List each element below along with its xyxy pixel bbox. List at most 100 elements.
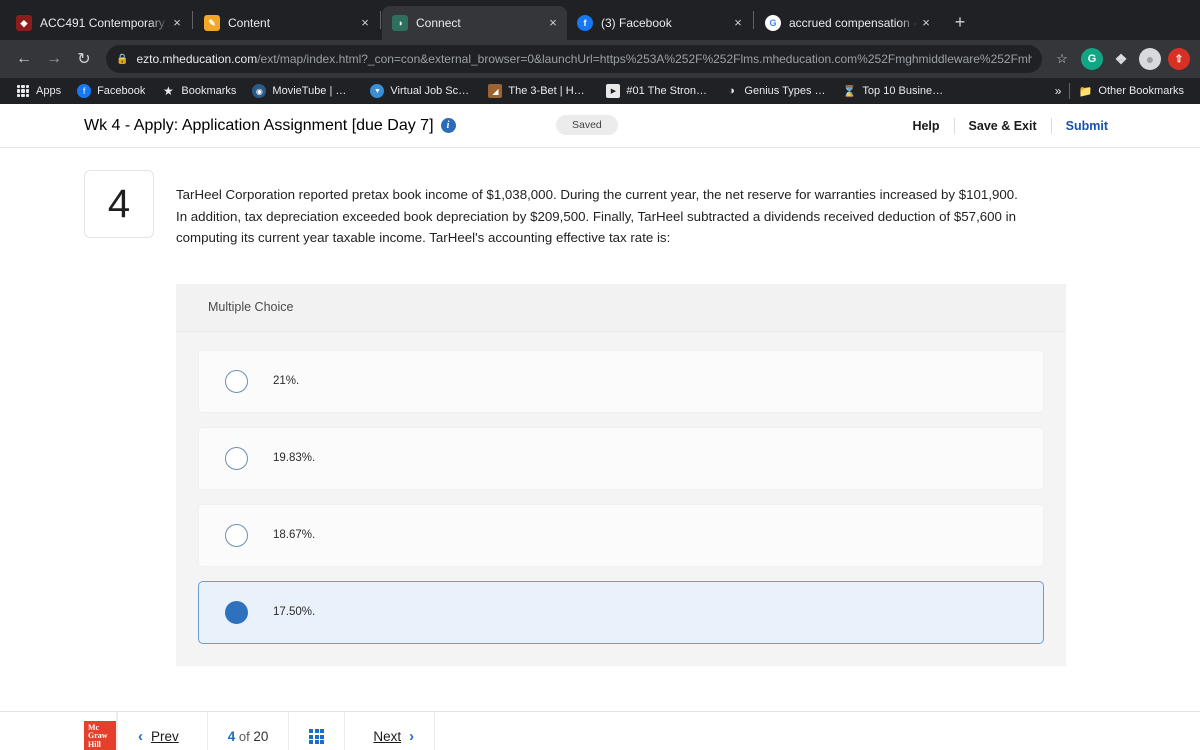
address-bar[interactable]: 🔒 ezto.mheducation.com/ext/map/index.htm…	[106, 45, 1042, 73]
tab-close-icon[interactable]: ×	[169, 15, 185, 31]
tab-close-icon[interactable]: ×	[730, 15, 746, 31]
tab-strip: ◆ ACC491 Contemporary Auditing × ✎ Conte…	[0, 0, 1200, 40]
tab-close-icon[interactable]: ×	[357, 15, 373, 31]
tab-separator	[192, 11, 193, 29]
profile-avatar-icon[interactable]: ●	[1139, 48, 1161, 70]
shield-icon: ▼	[370, 84, 385, 98]
submit-button[interactable]: Submit	[1052, 119, 1108, 133]
movietube-icon: ◉	[252, 84, 267, 98]
browser-toolbar: ← → ↻ 🔒 ezto.mheducation.com/ext/map/ind…	[0, 40, 1200, 78]
question-grid-button[interactable]	[288, 712, 344, 750]
bookmark-top-10-business[interactable]: ⌛ Top 10 Business P…	[834, 81, 952, 101]
extensions-puzzle-icon[interactable]: ❖	[1110, 48, 1132, 70]
bookmark-bookmarks[interactable]: ★ Bookmarks	[153, 81, 244, 101]
tab-close-icon[interactable]: ×	[545, 15, 561, 31]
bookmark-label: Top 10 Business P…	[862, 85, 944, 97]
facebook-icon: f	[77, 84, 92, 98]
reload-icon[interactable]: ↻	[70, 45, 98, 73]
answer-panel: Multiple Choice 21%. 19.83%. 18.67%. 17.…	[176, 283, 1066, 666]
grammarly-icon[interactable]: G	[1081, 48, 1103, 70]
apps-grid-icon	[16, 84, 30, 98]
star-icon[interactable]: ☆	[1050, 47, 1074, 71]
play-box-icon: ▶	[606, 84, 621, 98]
next-label: Next	[373, 729, 402, 744]
prev-button[interactable]: ‹ Prev	[117, 712, 207, 750]
answer-option-label: 21%.	[273, 375, 300, 388]
address-bar-url: ezto.mheducation.com/ext/map/index.html?…	[136, 52, 1032, 66]
tab-separator	[753, 11, 754, 29]
folder-icon: 📁	[1078, 85, 1093, 98]
radio-button[interactable]	[225, 446, 248, 470]
tab-title: Connect	[416, 16, 461, 30]
page-content: Wk 4 - Apply: Application Assignment [du…	[0, 104, 1200, 750]
radio-button-selected[interactable]	[225, 600, 248, 624]
bookmarks-bar: Apps f Facebook ★ Bookmarks ◉ MovieTube …	[0, 78, 1200, 104]
browser-tab-connect[interactable]: ◑ Connect ×	[382, 6, 567, 40]
save-and-exit-button[interactable]: Save & Exit	[955, 119, 1051, 133]
back-icon[interactable]: ←	[10, 45, 38, 73]
update-available-icon[interactable]: ⇧	[1168, 48, 1190, 70]
tab-title: Content	[228, 16, 271, 30]
answer-option-4[interactable]: 17.50%.	[198, 580, 1044, 644]
browser-tab-2[interactable]: ✎ Content ×	[194, 6, 379, 40]
status-badge: Saved	[556, 115, 618, 135]
question-number: 4	[84, 170, 154, 238]
bookmark-virtual-job-scout[interactable]: ▼ Virtual Job Scout	[362, 81, 480, 101]
bookmark-the-strongest[interactable]: ▶ #01 The Strongest…	[598, 81, 716, 101]
bookmark-facebook[interactable]: f Facebook	[69, 81, 153, 101]
star-icon: ★	[163, 84, 174, 98]
answer-option-label: 19.83%.	[273, 452, 316, 465]
bookmark-label: Bookmarks	[181, 85, 237, 97]
new-tab-button[interactable]: +	[946, 9, 974, 37]
question-text: TarHeel Corporation reported pretax book…	[176, 187, 1018, 246]
tab-favicon-connect: ◑	[392, 15, 408, 31]
radio-button[interactable]	[225, 369, 248, 393]
pagination: ‹ Prev 4 of 20 Next ›	[117, 712, 436, 750]
bookmark-label: The 3-Bet | How T…	[508, 85, 590, 97]
tab-title: ACC491 Contemporary Auditing	[40, 16, 169, 30]
bookmark-the-3-bet[interactable]: ◢ The 3-Bet | How T…	[480, 81, 598, 101]
question-row: 4 TarHeel Corporation reported pretax bo…	[0, 148, 1200, 249]
answer-option-1[interactable]: 21%.	[198, 349, 1044, 413]
hourglass-icon: ⌛	[842, 85, 857, 98]
tab-favicon-acc491: ◆	[16, 15, 32, 31]
logo-line-3: Hill	[88, 740, 101, 750]
bookmark-label: Facebook	[97, 85, 146, 97]
info-icon[interactable]: i	[440, 117, 456, 133]
bookmark-label: Apps	[36, 85, 62, 97]
other-bookmarks-button[interactable]: 📁 Other Bookmarks	[1070, 81, 1192, 101]
options-list: 21%. 19.83%. 18.67%. 17.50%.	[176, 332, 1066, 644]
page-indicator: 4 of 20	[206, 712, 289, 750]
next-button[interactable]: Next ›	[344, 712, 436, 750]
page-title: Wk 4 - Apply: Application Assignment [du…	[84, 117, 456, 135]
bookmark-genius-types[interactable]: ◑ Genius Types – Bu…	[716, 81, 834, 101]
lock-icon: 🔒	[116, 53, 129, 65]
prev-label: Prev	[151, 729, 179, 744]
tab-close-icon[interactable]: ×	[918, 15, 934, 31]
globe-icon: ◑	[728, 85, 735, 97]
browser-tab-1[interactable]: ◆ ACC491 Contemporary Auditing ×	[6, 6, 191, 40]
answer-option-2[interactable]: 19.83%.	[198, 426, 1044, 490]
of-label: of	[238, 729, 250, 744]
question-type-label: Multiple Choice	[176, 283, 1066, 332]
tab-separator	[380, 11, 381, 29]
forward-icon[interactable]: →	[40, 45, 68, 73]
tab-favicon-google: G	[765, 15, 781, 31]
browser-tab-4[interactable]: f (3) Facebook ×	[567, 6, 752, 40]
browser-tab-5[interactable]: G accrued compensation - Google Search ×	[755, 6, 940, 40]
radio-button[interactable]	[225, 523, 248, 547]
header-actions: Help Save & Exit Submit	[898, 117, 1108, 134]
bookmarks-overflow-button[interactable]: »	[1047, 84, 1070, 98]
answer-option-3[interactable]: 18.67%.	[198, 503, 1044, 567]
url-host: ezto.mheducation.com	[136, 52, 258, 66]
tab-favicon-content: ✎	[204, 15, 220, 31]
bookmark-movietube[interactable]: ◉ MovieTube | Watc…	[244, 81, 362, 101]
assignment-header: Wk 4 - Apply: Application Assignment [du…	[0, 104, 1200, 148]
bookmark-apps[interactable]: Apps	[8, 81, 69, 101]
footer-spacer	[435, 712, 1200, 750]
chevron-right-icon: ›	[409, 728, 415, 745]
bookmark-label: Genius Types – Bu…	[744, 85, 826, 97]
bookmark-label: MovieTube | Watc…	[272, 85, 355, 97]
total-pages: 20	[253, 729, 269, 744]
help-button[interactable]: Help	[898, 119, 953, 133]
